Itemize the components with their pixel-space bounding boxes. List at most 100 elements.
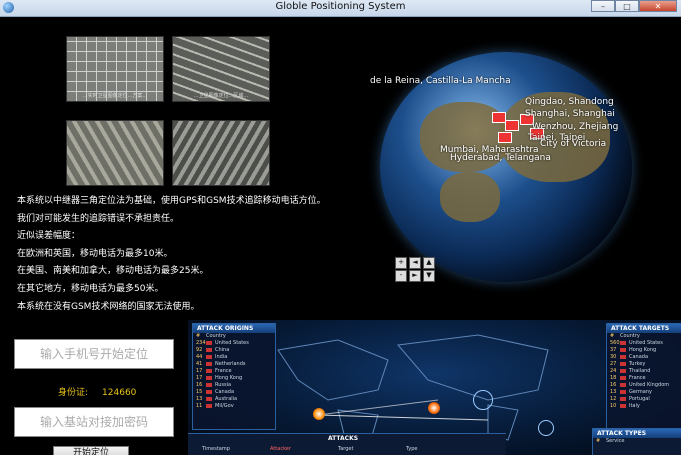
timestamp-column: Timestamp [202, 446, 230, 452]
target-country: Thailand [629, 368, 651, 374]
target-count: 13 [610, 389, 617, 395]
target-country: France [629, 375, 646, 381]
attack-types-title: ATTACK TYPES [593, 429, 681, 438]
target-country: Canada [629, 354, 649, 360]
window-title: Globle Positioning System [275, 1, 406, 12]
target-count: 560 [610, 340, 620, 346]
globe-view[interactable] [380, 52, 632, 282]
title-bar: Globle Positioning System – □ ✕ [0, 0, 681, 17]
origin-count: 41 [196, 361, 203, 367]
satellite-thumbnail-4[interactable] [172, 120, 270, 186]
target-count: 30 [610, 354, 617, 360]
origin-row: 16 Russia [193, 382, 275, 389]
target-count: 18 [610, 375, 617, 381]
origin-country: Russia [215, 382, 232, 388]
satellite-thumbnail-1[interactable]: ...实时卫星图像定位...方案... [66, 36, 164, 102]
attack-targets-panel: ATTACK TARGETS # Country 560 United States… [606, 323, 681, 430]
globe-location-label: Shanghai, Shanghai [525, 109, 615, 119]
satellite-thumbnail-2[interactable]: ...卫星图像定位...区域... [172, 36, 270, 102]
origin-count: 13 [196, 396, 203, 402]
info-line: 本系统在没有GSM技术网络的国家无法使用。 [17, 301, 200, 312]
origin-count: 16 [196, 382, 203, 388]
flag-icon [620, 396, 626, 401]
thumbnail-caption: ...实时卫星图像定位...方案... [82, 93, 148, 99]
attack-ring [473, 390, 493, 410]
location-marker[interactable] [505, 120, 519, 131]
flag-icon [206, 403, 212, 408]
zoom-in-button[interactable]: + [395, 257, 407, 269]
info-line: 在美国、南美和加拿大，移动电话为最多25米。 [17, 266, 209, 277]
count-header: # [610, 333, 615, 339]
location-marker[interactable] [498, 132, 512, 143]
target-country: United Kingdom [629, 382, 670, 388]
target-country: Turkey [629, 361, 646, 367]
globe-location-label: Hyderabad, Telangana [450, 153, 551, 163]
start-locate-button[interactable]: 开始定位 [53, 446, 129, 455]
id-number-row: 身份证: 124660 [58, 385, 136, 398]
origin-count: 234 [196, 340, 206, 346]
flag-icon [206, 340, 212, 345]
flag-icon [620, 382, 626, 387]
origin-row: 92 China [193, 347, 275, 354]
flag-icon [206, 361, 212, 366]
origin-country: Netherlands [215, 361, 246, 367]
origin-count: 11 [196, 403, 203, 409]
flag-icon [206, 347, 212, 352]
close-button[interactable]: ✕ [639, 0, 677, 12]
rotate-left-button[interactable]: ◄ [409, 257, 421, 269]
origin-row: 17 Hong Kong [193, 375, 275, 382]
origin-count: 17 [196, 368, 203, 374]
service-header: Service [606, 438, 625, 444]
location-marker[interactable] [492, 112, 506, 123]
origin-row: 17 France [193, 368, 275, 375]
origin-country: Canada [215, 389, 235, 395]
origin-country: Mil/Gov [215, 403, 234, 409]
target-count: 10 [610, 403, 617, 409]
app-window: Globle Positioning System – □ ✕ ...实时卫星图… [0, 0, 681, 455]
rotate-right-button[interactable]: ► [409, 270, 421, 282]
phone-number-input[interactable]: 输入手机号开始定位 [14, 339, 174, 369]
target-country: Italy [629, 403, 640, 409]
origin-country: Hong Kong [215, 375, 243, 381]
base-station-code-input[interactable]: 输入基站对接加密码 [14, 407, 174, 437]
attacks-title: ATTACKS [328, 435, 359, 442]
origin-row: 41 Netherlands [193, 361, 275, 368]
maximize-button[interactable]: □ [615, 0, 639, 12]
origin-country: Australia [215, 396, 238, 402]
attack-targets-header: # Country [607, 333, 681, 340]
satellite-thumbnail-3[interactable] [66, 120, 164, 186]
target-count: 24 [610, 368, 617, 374]
flag-icon [206, 389, 212, 394]
target-count: 12 [610, 396, 617, 402]
attack-origins-header: # Country [193, 333, 275, 340]
system-info-text: 本系统以中继器三角定位法为基础，使用GPS和GSM技术追踪移动电话方位。 我们对… [17, 193, 347, 316]
zoom-out-button[interactable]: - [395, 270, 407, 282]
globe-location-label: de la Reina, Castilla-La Mancha [370, 76, 511, 86]
flag-icon [206, 354, 212, 359]
attacks-panel: ATTACKS Timestamp Attacker Target Type [188, 433, 506, 455]
target-row: 10 Italy [607, 403, 681, 410]
origin-row: 44 India [193, 354, 275, 361]
count-header: # [596, 438, 601, 444]
target-row: 560 United States [607, 340, 681, 347]
origin-row: 234 United States [193, 340, 275, 347]
origin-count: 15 [196, 389, 203, 395]
target-row: 13 Germany [607, 389, 681, 396]
origin-count: 92 [196, 347, 203, 353]
rotate-down-button[interactable]: ▼ [423, 270, 435, 282]
count-header: # [196, 333, 201, 339]
origin-row: 11 Mil/Gov [193, 403, 275, 410]
target-country: Portugal [629, 396, 650, 402]
minimize-button[interactable]: – [591, 0, 615, 12]
flag-icon [620, 389, 626, 394]
flag-icon [620, 347, 626, 352]
target-row: 27 Turkey [607, 361, 681, 368]
target-column: Target [338, 446, 354, 452]
attack-flare [428, 402, 440, 414]
flag-icon [206, 396, 212, 401]
flag-icon [206, 375, 212, 380]
rotate-up-button[interactable]: ▲ [423, 257, 435, 269]
origin-count: 17 [196, 375, 203, 381]
flag-icon [620, 403, 626, 408]
country-header: Country [206, 333, 226, 339]
